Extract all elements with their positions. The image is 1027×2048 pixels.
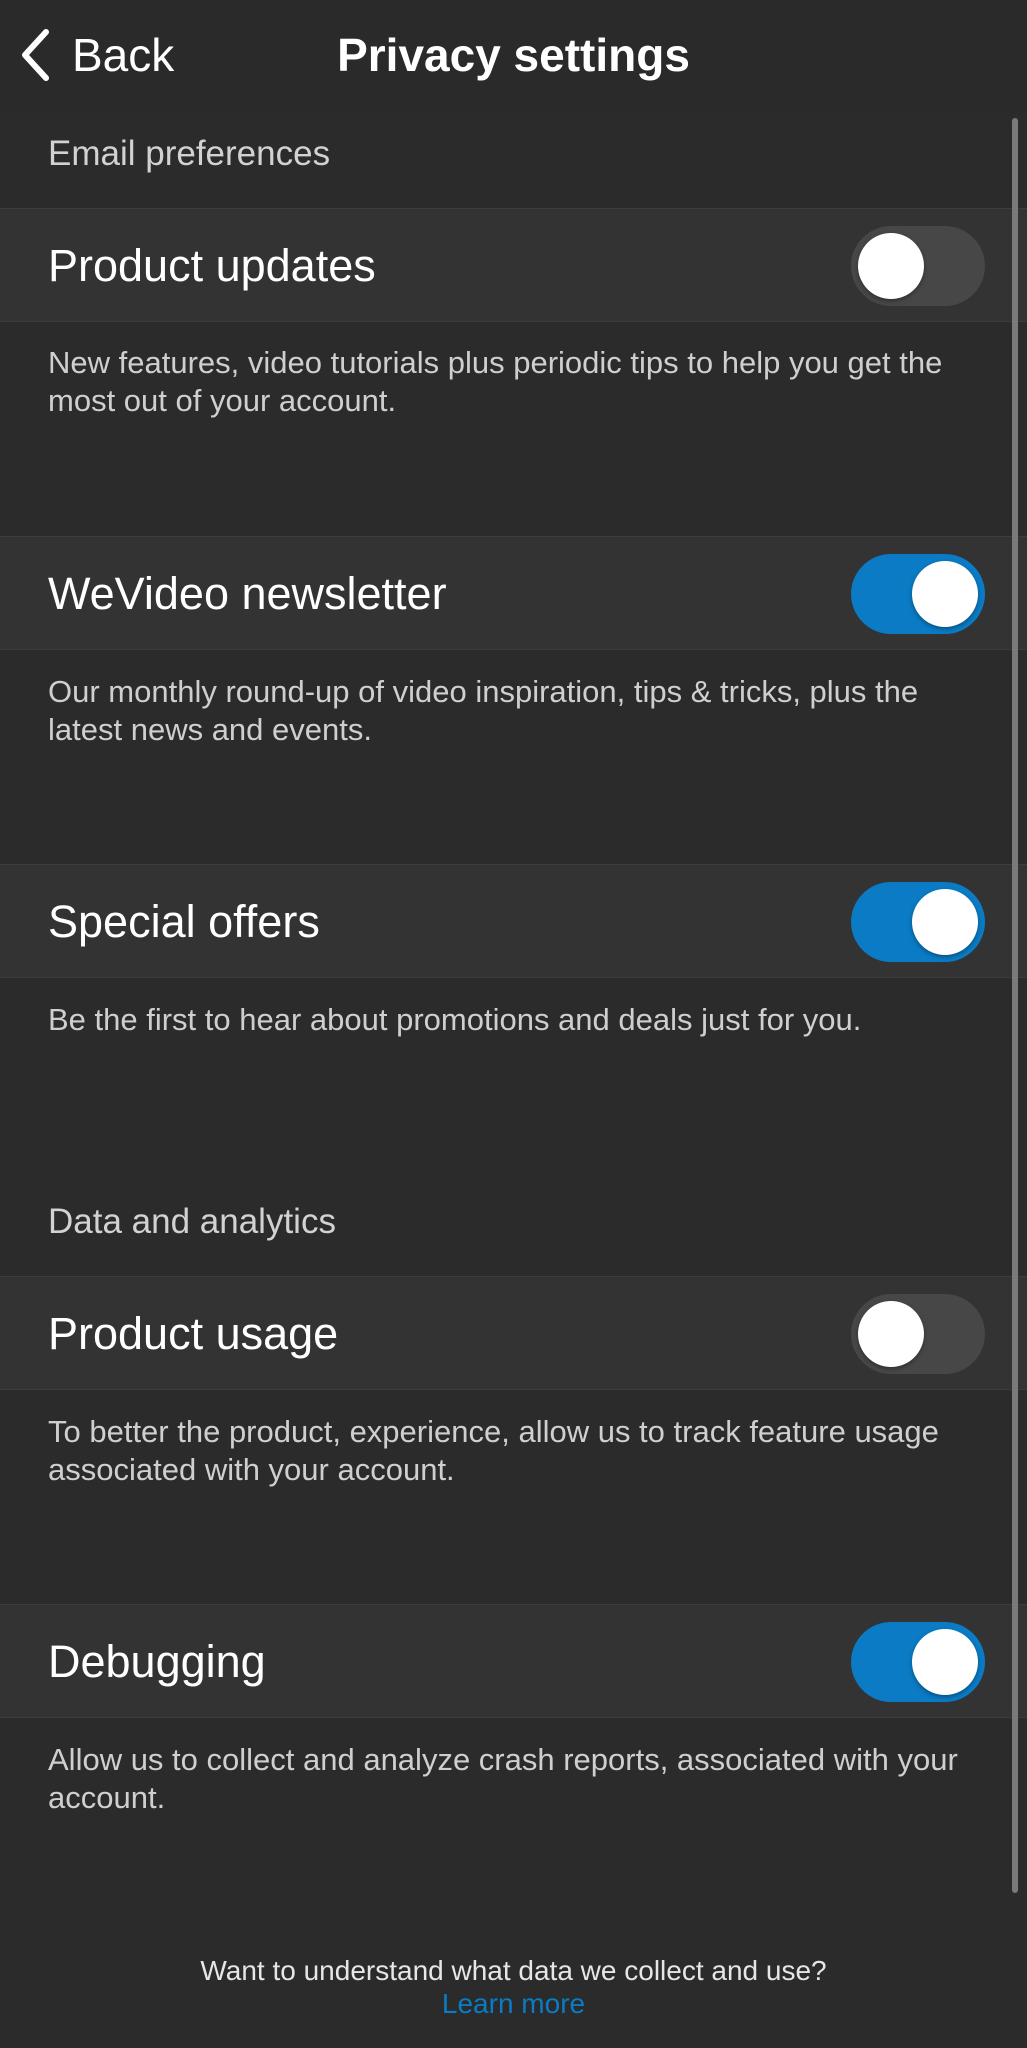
product-updates-toggle[interactable] [851, 226, 985, 306]
setting-description-product-usage: To better the product, experience, allow… [48, 1414, 939, 1487]
page-title: Privacy settings [337, 29, 690, 81]
setting-row-product-updates: Product updates [0, 208, 1027, 322]
setting-row-special-offers: Special offers [0, 864, 1027, 978]
setting-row-debugging: Debugging [0, 1604, 1027, 1718]
setting-row-wevideo-newsletter: WeVideo newsletter [0, 536, 1027, 650]
navigation-bar: Back Privacy settings [0, 0, 1027, 110]
settings-list[interactable]: Email preferences Product updates New fe… [0, 110, 1027, 2048]
section-header-data-and-analytics: Data and analytics [48, 1202, 336, 1241]
scrollbar[interactable] [1012, 118, 1018, 1893]
special-offers-toggle[interactable] [851, 882, 985, 962]
setting-description-wevideo-newsletter: Our monthly round-up of video inspiratio… [48, 674, 919, 747]
learn-more-link[interactable]: Learn more [0, 1988, 1027, 2020]
toggle-knob [912, 561, 978, 627]
section-header-email-preferences: Email preferences [48, 134, 331, 173]
product-usage-toggle[interactable] [851, 1294, 985, 1374]
setting-label-special-offers: Special offers [48, 896, 320, 947]
setting-label-wevideo-newsletter: WeVideo newsletter [48, 568, 447, 619]
setting-row-product-usage: Product usage [0, 1276, 1027, 1390]
toggle-knob [912, 889, 978, 955]
setting-description-debugging: Allow us to collect and analyze crash re… [48, 1742, 958, 1815]
wevideo-newsletter-toggle[interactable] [851, 554, 985, 634]
footer-text: Want to understand what data we collect … [200, 1955, 827, 1986]
toggle-knob [858, 233, 924, 299]
toggle-knob [858, 1301, 924, 1367]
toggle-knob [912, 1629, 978, 1695]
debugging-toggle[interactable] [851, 1622, 985, 1702]
setting-label-product-usage: Product usage [48, 1308, 339, 1359]
setting-label-debugging: Debugging [48, 1636, 266, 1687]
setting-description-special-offers: Be the first to hear about promotions an… [48, 1002, 862, 1037]
setting-description-product-updates: New features, video tutorials plus perio… [48, 345, 943, 418]
setting-label-product-updates: Product updates [48, 240, 376, 291]
